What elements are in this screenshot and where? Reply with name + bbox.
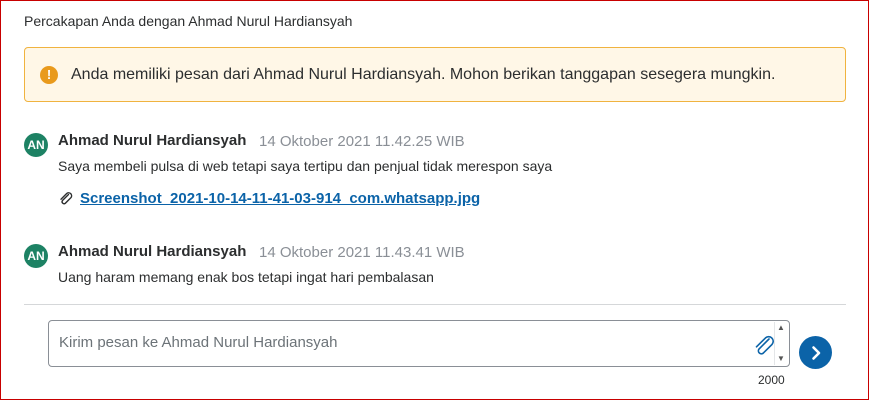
message-attachment: Screenshot_2021-10-14-11-41-03-914_com.w… — [58, 190, 480, 207]
alert-banner: ! Anda memiliki pesan dari Ahmad Nurul H… — [24, 47, 846, 102]
scrollbar[interactable]: ▲ ▼ — [774, 322, 788, 365]
message-timestamp: 14 Oktober 2021 11.42.25 WIB — [259, 133, 465, 150]
message-text: Saya membeli pulsa di web tetapi saya te… — [58, 158, 553, 174]
warning-icon: ! — [40, 65, 58, 84]
message-sender: Ahmad Nurul Hardiansyah — [58, 243, 247, 260]
scroll-down-icon[interactable]: ▼ — [777, 355, 785, 363]
send-button[interactable] — [799, 336, 832, 369]
paperclip-icon — [60, 191, 73, 204]
scroll-up-icon[interactable]: ▲ — [777, 324, 785, 332]
divider — [24, 304, 846, 305]
message-input[interactable] — [59, 334, 739, 351]
chevron-right-icon — [811, 345, 820, 360]
message-timestamp: 14 Oktober 2021 11.43.41 WIB — [259, 244, 465, 261]
conversation-title: Percakapan Anda dengan Ahmad Nurul Hardi… — [24, 13, 353, 29]
attachment-link[interactable]: Screenshot_2021-10-14-11-41-03-914_com.w… — [80, 190, 480, 207]
message-item: AN Ahmad Nurul Hardiansyah 14 Oktober 20… — [24, 132, 846, 222]
message-text: Uang haram memang enak bos tetapi ingat … — [58, 269, 434, 285]
message-composer: ▲ ▼ — [48, 320, 790, 367]
message-item: AN Ahmad Nurul Hardiansyah 14 Oktober 20… — [24, 243, 846, 293]
message-sender: Ahmad Nurul Hardiansyah — [58, 132, 247, 149]
alert-text: Anda memiliki pesan dari Ahmad Nurul Har… — [71, 65, 776, 83]
avatar: AN — [24, 133, 48, 157]
avatar: AN — [24, 244, 48, 268]
character-counter: 2000 — [758, 373, 785, 387]
